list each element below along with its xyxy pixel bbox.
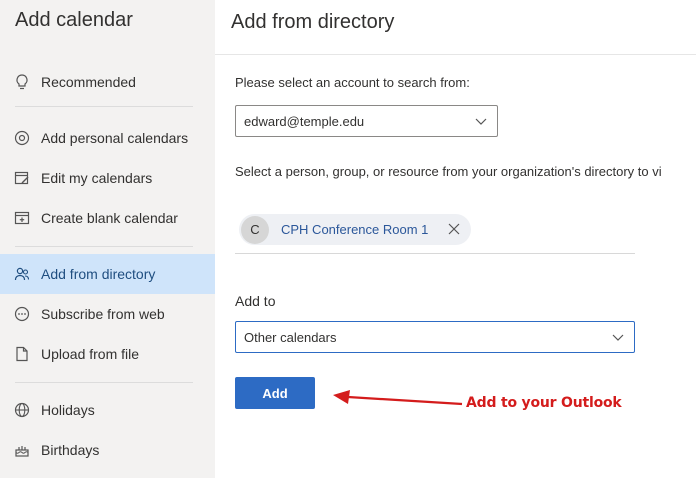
sidebar-item-label: Edit my calendars [41, 170, 153, 186]
file-upload-icon [13, 345, 31, 363]
sidebar-item-holidays[interactable]: Holidays [0, 390, 215, 430]
cake-icon [13, 441, 31, 459]
sidebar-item-label: Add personal calendars [41, 130, 189, 146]
sidebar-item-add-personal[interactable]: Add personal calendars [0, 118, 215, 158]
search-input-underline[interactable] [235, 253, 635, 254]
sidebar-item-label: Birthdays [41, 442, 100, 458]
sidebar: Add calendar Recommended Add personal ca… [0, 0, 215, 478]
people-icon [13, 265, 31, 283]
sidebar-divider [15, 106, 193, 107]
sidebar-item-upload-file[interactable]: Upload from file [0, 334, 215, 374]
chevron-down-icon [475, 114, 487, 129]
sidebar-item-label: Recommended [41, 74, 136, 90]
header-divider [215, 54, 696, 55]
add-button[interactable]: Add [235, 377, 315, 409]
add-to-select[interactable]: Other calendars [235, 321, 635, 353]
sidebar-item-label: Create blank calendar [41, 210, 178, 226]
selected-resource-chip[interactable]: C CPH Conference Room 1 [239, 214, 471, 245]
annotation-arrow-icon [333, 390, 463, 406]
directory-prompt: Select a person, group, or resource from… [235, 164, 662, 179]
calendar-add-icon [13, 209, 31, 227]
sidebar-item-edit-calendars[interactable]: Edit my calendars [0, 158, 215, 198]
account-select[interactable]: edward@temple.edu [235, 105, 498, 137]
add-to-label: Add to [235, 293, 276, 309]
sidebar-item-label: Add from directory [41, 266, 156, 282]
sidebar-item-label: Holidays [41, 402, 95, 418]
edit-calendar-icon [13, 169, 31, 187]
annotation-text: Add to your Outlook [466, 395, 622, 411]
add-to-select-value: Other calendars [244, 329, 337, 345]
globe-dots-icon [13, 305, 31, 323]
sidebar-divider [15, 246, 193, 247]
sidebar-divider [15, 382, 193, 383]
globe-icon [13, 401, 31, 419]
avatar: C [241, 215, 269, 244]
at-sign-icon [13, 129, 31, 147]
account-prompt: Please select an account to search from: [235, 75, 470, 90]
sidebar-item-label: Upload from file [41, 346, 140, 362]
lightbulb-icon [13, 73, 31, 91]
sidebar-item-birthdays[interactable]: Birthdays [0, 430, 215, 470]
chevron-down-icon [612, 330, 624, 345]
sidebar-item-add-from-directory[interactable]: Add from directory [0, 254, 215, 294]
account-select-value: edward@temple.edu [244, 113, 365, 129]
sidebar-title: Add calendar [15, 9, 133, 31]
sidebar-item-create-blank[interactable]: Create blank calendar [0, 198, 215, 238]
page-title: Add from directory [231, 11, 395, 33]
sidebar-item-recommended[interactable]: Recommended [0, 62, 215, 102]
sidebar-item-subscribe-web[interactable]: Subscribe from web [0, 294, 215, 334]
sidebar-item-label: Subscribe from web [41, 306, 165, 322]
close-icon[interactable] [447, 222, 461, 236]
chip-label: CPH Conference Room 1 [281, 222, 429, 237]
